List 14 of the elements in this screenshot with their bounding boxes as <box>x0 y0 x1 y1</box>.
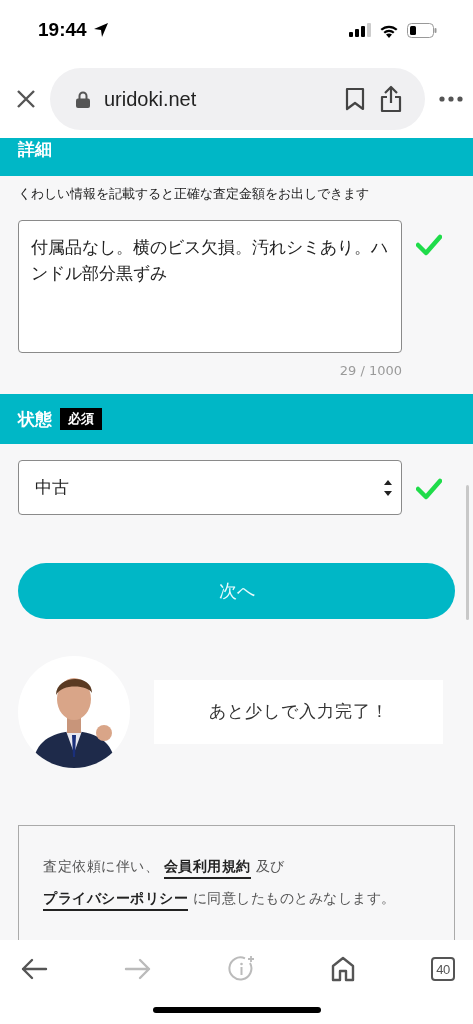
address-bar[interactable]: uridoki.net <box>50 68 425 130</box>
character-counter: 29 / 1000 <box>338 362 402 378</box>
tab-count-button[interactable]: 40 <box>431 957 455 981</box>
clock-time: 19:44 <box>38 19 87 41</box>
consent-text: 査定依頼に伴い、 会員利用規約 及び プライバシーポリシー に同意したものとみなします。 <box>43 850 430 914</box>
text-area[interactable]: 付属品なし。横のビス欠損。汚れシミあり。ハンドル部分黒ずみ <box>18 220 402 353</box>
link[interactable]: プライバシーポリシー <box>43 890 188 911</box>
speech-bubble: あと少しで入力完了！ <box>154 680 443 744</box>
hint-text: くわしい情報を記載すると正確な査定金額をお出しできます <box>17 185 370 203</box>
link[interactable]: 会員利用規約 <box>163 858 251 879</box>
condition-select[interactable]: 中古 <box>18 460 402 515</box>
required-badge: 必須 <box>60 408 102 430</box>
section-title: 詳細 <box>18 138 52 161</box>
section-title: 状態 <box>18 407 52 431</box>
